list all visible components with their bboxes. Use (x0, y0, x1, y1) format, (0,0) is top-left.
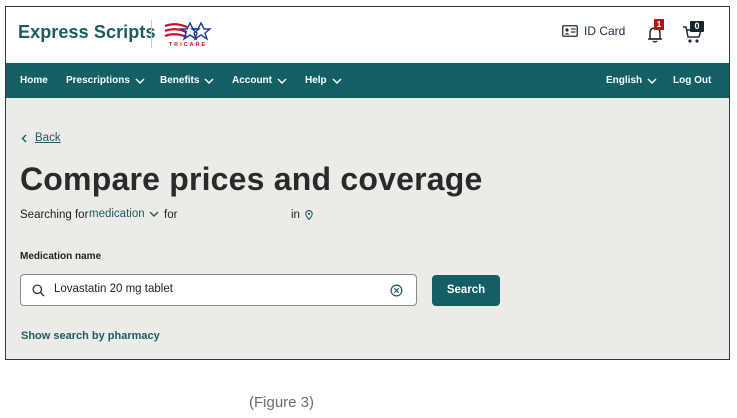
search-button[interactable]: Search (432, 275, 500, 306)
tricare-wordmark: TRICARE (168, 42, 208, 48)
page-title: Compare prices and coverage (20, 161, 483, 197)
search-type-dropdown[interactable]: medication (89, 208, 159, 220)
nav-prescriptions[interactable]: Prescriptions (66, 63, 145, 98)
nav-logout-label: Log Out (673, 75, 712, 86)
nav-language-select[interactable]: English (606, 63, 657, 98)
chevron-down-icon (149, 211, 159, 217)
chevron-left-icon (21, 134, 27, 142)
nav-home[interactable]: Home (20, 63, 48, 98)
nav-benefits[interactable]: Benefits (160, 63, 214, 98)
back-link[interactable]: Back (21, 132, 61, 144)
logo-divider (151, 20, 152, 48)
nav-prescriptions-label: Prescriptions (66, 75, 130, 86)
nav-help-label: Help (305, 75, 327, 86)
nav-home-label: Home (20, 75, 48, 86)
nav-logout[interactable]: Log Out (673, 63, 711, 98)
id-card-button[interactable]: ID Card (562, 24, 625, 38)
app-frame: Express Scripts TRICARE ID Card 1 0 Home… (5, 6, 730, 360)
clear-icon[interactable] (390, 284, 403, 297)
chevron-down-icon (277, 78, 287, 84)
back-link-label: Back (35, 132, 61, 144)
nav-language-label: English (606, 75, 643, 86)
nav-account[interactable]: Account (232, 63, 287, 98)
top-header: Express Scripts TRICARE ID Card 1 0 (6, 7, 729, 63)
express-scripts-logo[interactable]: Express Scripts (18, 22, 156, 43)
in-label: in (291, 209, 300, 221)
medication-search-value: Lovastatin 20 mg tablet (54, 283, 173, 295)
medication-search-input[interactable]: Lovastatin 20 mg tablet (20, 274, 417, 306)
cart-count-badge: 0 (690, 21, 704, 32)
chevron-down-icon (204, 78, 214, 84)
medication-name-label: Medication name (20, 251, 102, 262)
for-label: for (164, 209, 178, 221)
location-pin-icon[interactable] (305, 210, 313, 220)
tricare-flag-eagle-logo (164, 21, 212, 41)
search-icon (32, 284, 45, 297)
main-nav: Home Prescriptions Benefits Account Help… (6, 63, 729, 98)
chevron-down-icon (647, 78, 657, 84)
nav-benefits-label: Benefits (160, 75, 200, 86)
id-card-icon (562, 25, 578, 37)
figure-caption: (Figure 3) (248, 394, 315, 411)
id-card-label: ID Card (584, 24, 626, 38)
chevron-down-icon (332, 78, 342, 84)
search-type-value: medication (89, 208, 145, 220)
notification-badge: 1 (654, 19, 664, 30)
tricare-logo: TRICARE (159, 20, 217, 50)
searching-for-label: Searching for (20, 209, 89, 221)
show-search-by-pharmacy-link[interactable]: Show search by pharmacy (21, 330, 160, 342)
nav-account-label: Account (232, 75, 272, 86)
chevron-down-icon (135, 78, 145, 84)
nav-help[interactable]: Help (305, 63, 342, 98)
